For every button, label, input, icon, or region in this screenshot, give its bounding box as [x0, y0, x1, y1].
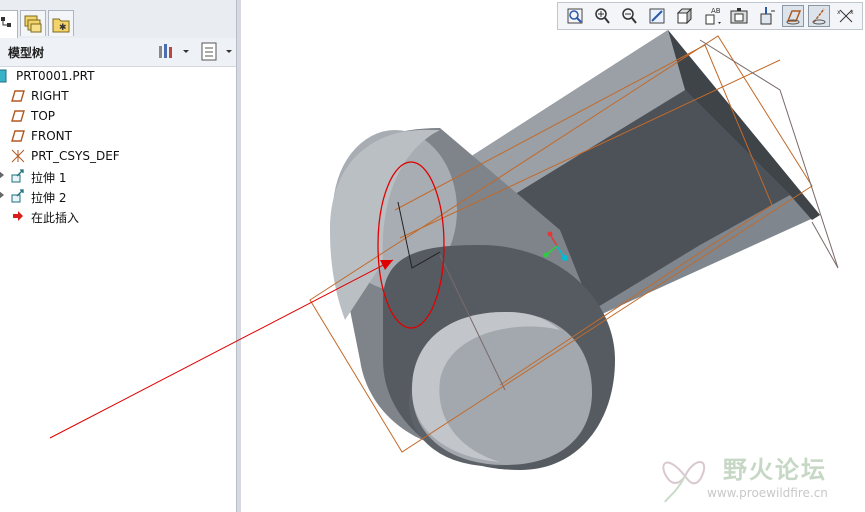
- watermark-url: www.proewildfire.cn: [707, 486, 828, 500]
- repaint-button[interactable]: [646, 5, 668, 27]
- watermark-title: 野火论坛: [723, 456, 827, 484]
- csys-toggle[interactable]: xx: [835, 5, 857, 27]
- zoom-in-button[interactable]: [591, 5, 613, 27]
- view-manager-button[interactable]: [728, 5, 750, 27]
- datum-planes-toggle[interactable]: [782, 5, 804, 27]
- spin-center-icon: [760, 7, 775, 25]
- model-canvas[interactable]: [0, 0, 865, 512]
- svg-text:x: x: [837, 9, 841, 16]
- view-toolbar: AB xx: [557, 2, 863, 30]
- zoom-out-button[interactable]: [618, 5, 640, 27]
- butterfly-logo-icon: [662, 461, 706, 503]
- refit-icon: [567, 8, 583, 24]
- svg-text:AB: AB: [711, 7, 721, 15]
- annotation-arrow-line: [49, 259, 394, 439]
- refit-button[interactable]: [564, 5, 586, 27]
- svg-text:x: x: [850, 9, 854, 16]
- view-manager-icon: [730, 8, 748, 24]
- zoom-out-icon: [622, 8, 637, 24]
- zoom-in-icon: [595, 8, 610, 24]
- forum-watermark: 野火论坛 www.proewildfire.cn: [655, 444, 865, 510]
- csys-display-icon: xx: [837, 9, 854, 23]
- saved-views-button[interactable]: AB: [701, 5, 723, 27]
- datum-axes-display-icon: [812, 8, 826, 25]
- saved-views-icon: AB: [705, 7, 721, 25]
- datum-planes-display-icon: [786, 10, 802, 25]
- view-orient-icon: [676, 7, 693, 25]
- datum-axes-toggle[interactable]: [808, 5, 830, 27]
- spin-center-button[interactable]: [755, 5, 777, 27]
- view-orient-button[interactable]: [673, 5, 695, 27]
- repaint-icon: [649, 8, 665, 24]
